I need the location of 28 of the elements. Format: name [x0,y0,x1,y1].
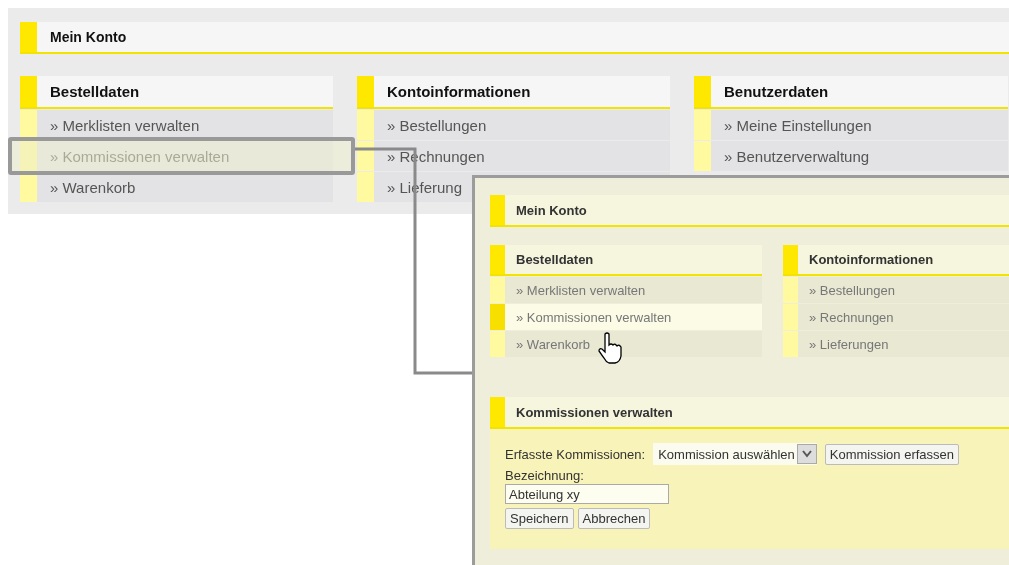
page-title: Mein Konto [20,22,1009,54]
name-input[interactable]: Abteilung xy [505,484,669,504]
menu-link[interactable]: » Bestellungen [783,277,1009,303]
form-button[interactable]: Speichern [505,508,574,529]
menu-link[interactable]: » Meine Einstellungen [694,110,1008,140]
hand-cursor-icon [598,332,624,364]
commission-dropdown[interactable]: Kommission auswählen [653,443,817,465]
column-heading: Bestelldaten [490,245,762,276]
column-heading: Benutzerdaten [694,76,1008,109]
chevron-down-icon [801,450,812,458]
menu-link[interactable]: » Rechnungen [783,304,1009,330]
field-label: Erfasste Kommissionen: [505,446,646,462]
column-heading: Bestelldaten [20,76,333,109]
menu-link[interactable]: » Warenkorb [20,172,333,202]
add-commission-button[interactable]: Kommission erfassen [824,443,960,465]
column-heading: Kontoinformationen [783,245,1009,276]
menu-link[interactable]: » Warenkorb [490,331,762,357]
section-title: Kommissionen verwalten [490,397,1009,429]
menu-link[interactable]: » Bestellungen [357,110,670,140]
menu-link[interactable]: » Benutzerverwaltung [694,141,1008,171]
form-button[interactable]: Abbrechen [577,508,651,529]
column-heading: Kontoinformationen [357,76,670,109]
menu-link[interactable]: » Merklisten verwalten [20,110,333,140]
menu-link[interactable]: » Kommissionen verwalten [490,304,762,330]
menu-link[interactable]: » Merklisten verwalten [490,277,762,303]
field-label: Bezeichnung: [505,468,585,483]
page-title: Mein Konto [490,195,1009,227]
menu-link[interactable]: » Lieferungen [783,331,1009,357]
